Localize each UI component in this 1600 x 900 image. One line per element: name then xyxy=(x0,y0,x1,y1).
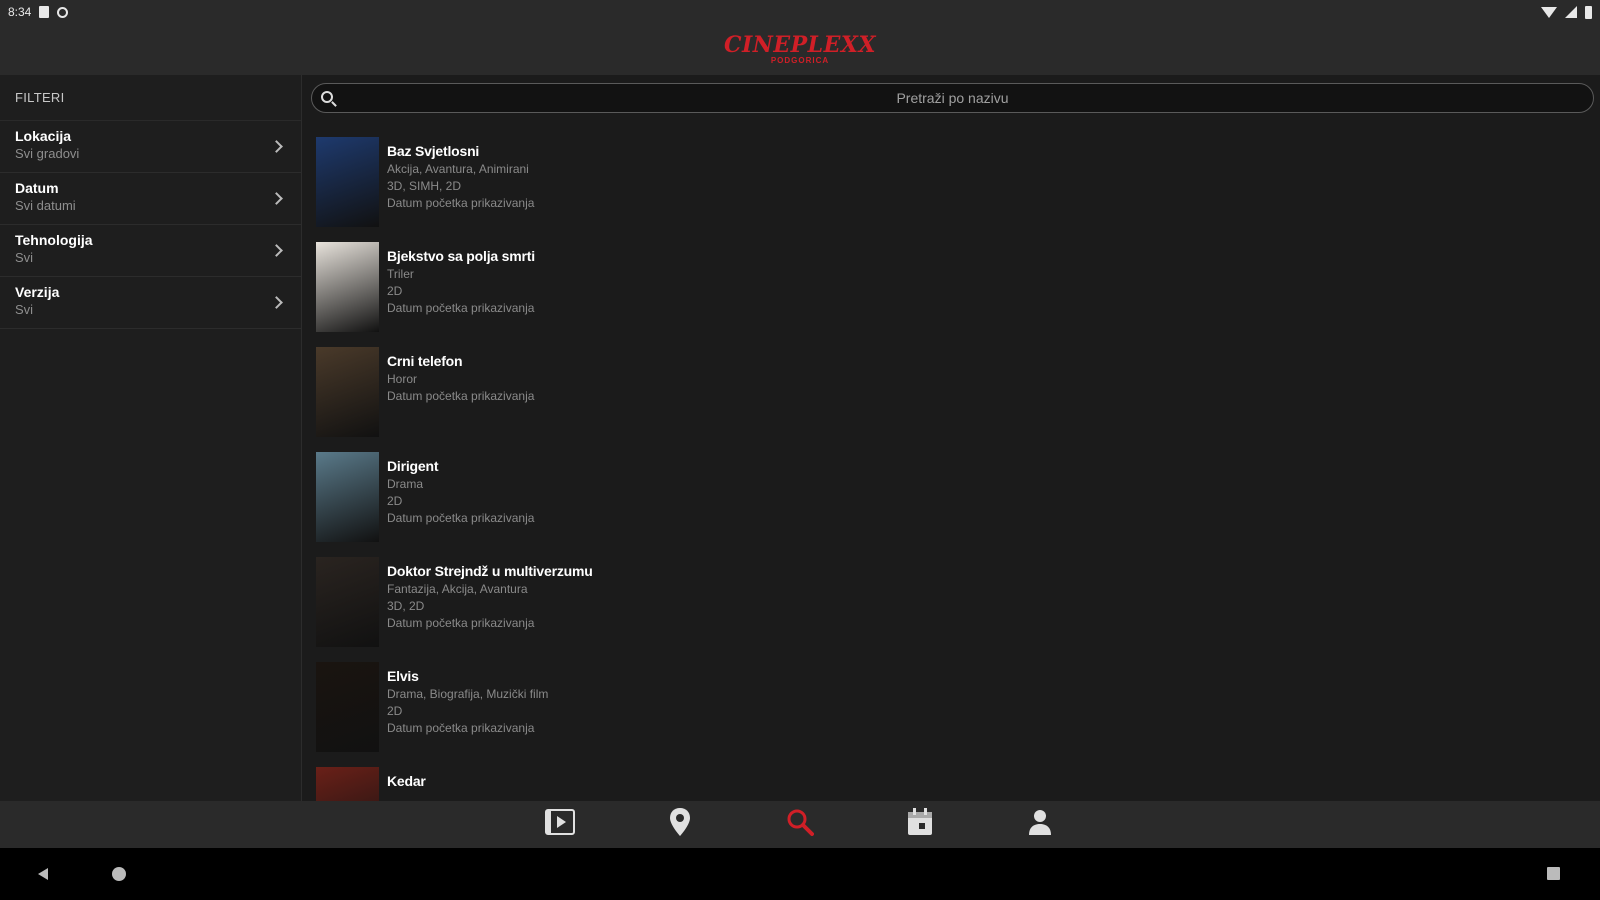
film-icon xyxy=(545,809,575,840)
filter-item-verzija[interactable]: Verzija Svi xyxy=(0,277,301,329)
sd-card-icon xyxy=(39,6,50,18)
movie-release: Datum početka prikazivanja xyxy=(387,721,535,735)
user-icon xyxy=(1028,808,1052,841)
movie-row[interactable]: Bjekstvo sa polja smrti Triler 2D Datum poč… xyxy=(303,238,1600,343)
movie-poster[interactable] xyxy=(316,137,379,227)
movie-tech: 2D xyxy=(387,494,403,508)
movie-row[interactable]: Doktor Strejndž u multiverzumu Fantazija,… xyxy=(303,553,1600,658)
movies-nav[interactable] xyxy=(500,801,620,848)
movie-tech: 3D, SIMH, 2D xyxy=(387,179,462,193)
main-content: Baz Svjetlosni Akcija, Avantura, Animiran… xyxy=(303,75,1600,801)
filters-title: FILTERI xyxy=(0,75,301,121)
movie-genre: Drama xyxy=(387,477,424,491)
location-pin-icon xyxy=(669,807,691,842)
wifi-icon xyxy=(1541,6,1557,18)
movie-genre: Drama, Biografija, Muzički film xyxy=(387,687,549,701)
signal-icon xyxy=(1565,6,1577,18)
movie-tech: 3D, 2D xyxy=(387,599,425,613)
back-icon[interactable] xyxy=(38,868,48,880)
filter-item-tehnologija[interactable]: Tehnologija Svi xyxy=(0,225,301,277)
movie-row[interactable]: Kedar xyxy=(303,763,1600,801)
movie-row[interactable]: Elvis Drama, Biografija, Muzički film 2D Da… xyxy=(303,658,1600,763)
bottom-navigation xyxy=(0,801,1600,848)
movie-genre: Akcija, Avantura, Animirani xyxy=(387,162,529,176)
movie-row[interactable]: Baz Svjetlosni Akcija, Avantura, Animiran… xyxy=(303,133,1600,238)
status-time: 8:34 xyxy=(8,5,32,19)
movie-release: Datum početka prikazivanja xyxy=(387,196,535,210)
movie-title: Kedar xyxy=(387,773,426,789)
search-nav[interactable] xyxy=(740,801,860,848)
movie-title: Baz Svjetlosni xyxy=(387,143,480,159)
movie-tech: 2D xyxy=(387,284,403,298)
movie-poster[interactable] xyxy=(316,767,379,801)
logo-sub: PODGORICA xyxy=(770,56,830,65)
filter-item-datum[interactable]: Datum Svi datumi xyxy=(0,173,301,225)
movie-genre: Triler xyxy=(387,267,414,281)
search-bar[interactable] xyxy=(311,83,1594,113)
search-icon xyxy=(786,808,814,841)
calendar-nav[interactable] xyxy=(860,801,980,848)
movie-poster[interactable] xyxy=(316,347,379,437)
movie-list: Baz Svjetlosni Akcija, Avantura, Animiran… xyxy=(303,133,1600,801)
movie-title: Crni telefon xyxy=(387,353,463,369)
profile-nav[interactable] xyxy=(980,801,1100,848)
movie-genre: Horor xyxy=(387,372,418,386)
movie-title: Bjekstvo sa polja smrti xyxy=(387,248,535,264)
movie-title: Elvis xyxy=(387,668,419,684)
battery-icon xyxy=(1585,5,1592,19)
sync-icon xyxy=(57,6,69,18)
movie-release: Datum početka prikazivanja xyxy=(387,389,535,403)
filter-label: Datum xyxy=(15,180,59,196)
movie-genre: Fantazija, Akcija, Avantura xyxy=(387,582,528,596)
filter-value: Svi xyxy=(15,250,34,265)
movie-poster[interactable] xyxy=(316,242,379,332)
status-bar: 8:34 xyxy=(0,0,1600,24)
app-bar: CINEPLEXX PODGORICA xyxy=(0,24,1600,75)
location-nav[interactable] xyxy=(620,801,740,848)
calendar-icon xyxy=(907,808,933,841)
movie-row[interactable]: Dirigent Drama 2D Datum početka prikazivanj… xyxy=(303,448,1600,553)
system-navigation-bar xyxy=(0,848,1600,900)
filter-value: Svi xyxy=(15,302,34,317)
logo-main: CINEPLEXX xyxy=(723,32,877,58)
recent-apps-icon[interactable] xyxy=(1547,867,1560,880)
filter-label: Verzija xyxy=(15,284,60,300)
movie-title: Dirigent xyxy=(387,458,439,474)
filter-value: Svi gradovi xyxy=(15,146,80,161)
movie-release: Datum početka prikazivanja xyxy=(387,301,535,315)
movie-title: Doktor Strejndž u multiverzumu xyxy=(387,563,593,579)
filter-item-lokacija[interactable]: Lokacija Svi gradovi xyxy=(0,121,301,173)
filters-sidebar: FILTERI Lokacija Svi gradovi Datum Svi datu… xyxy=(0,75,302,801)
movie-poster[interactable] xyxy=(316,662,379,752)
movie-poster[interactable] xyxy=(316,452,379,542)
movie-row[interactable]: Crni telefon Horor Datum početka prikaziva… xyxy=(303,343,1600,448)
home-icon[interactable] xyxy=(112,867,126,881)
movie-tech: 2D xyxy=(387,704,403,718)
search-input[interactable] xyxy=(312,84,1593,112)
filter-label: Tehnologija xyxy=(15,232,93,248)
movie-release: Datum početka prikazivanja xyxy=(387,616,535,630)
cineplexx-logo[interactable]: CINEPLEXX PODGORICA xyxy=(724,34,876,65)
filter-value: Svi datumi xyxy=(15,198,76,213)
movie-poster[interactable] xyxy=(316,557,379,647)
movie-release: Datum početka prikazivanja xyxy=(387,511,535,525)
filter-label: Lokacija xyxy=(15,128,72,144)
search-icon xyxy=(321,91,333,103)
